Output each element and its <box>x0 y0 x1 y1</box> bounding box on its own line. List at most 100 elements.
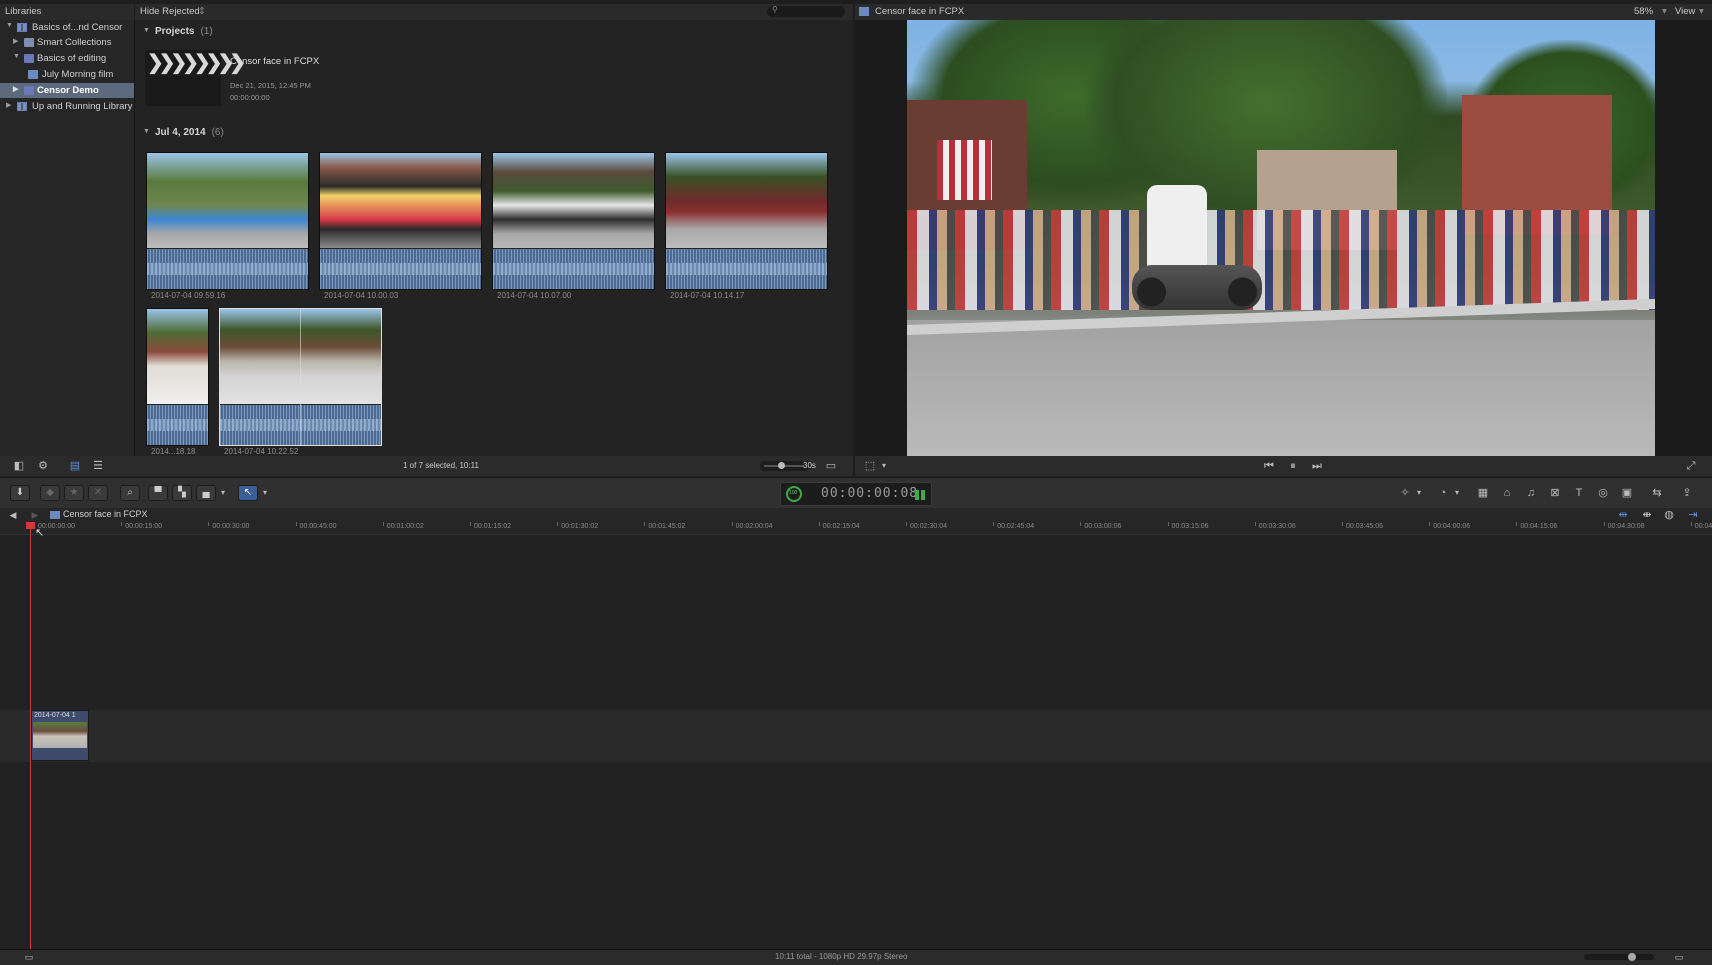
playhead[interactable] <box>30 522 31 950</box>
sidebar-toggle-icon[interactable]: ◧ <box>10 458 28 474</box>
titles-icon[interactable]: T <box>1570 485 1588 501</box>
clip-thumbnail-6-selected[interactable] <box>219 308 382 446</box>
themes-icon[interactable]: ▣ <box>1618 485 1636 501</box>
timeline-forward-icon[interactable]: ▶ <box>26 507 44 523</box>
background-tasks-meter[interactable]: 100 <box>786 486 802 502</box>
retime-dropdown-icon[interactable]: ▾ <box>1448 485 1466 501</box>
ruler-tick <box>1516 522 1518 526</box>
transitions-icon[interactable]: ⊠ <box>1546 485 1564 501</box>
disclosure-triangle-icon[interactable]: ▼ <box>6 22 13 29</box>
sidebar-item-basics-editing[interactable]: ▼ Basics of editing <box>0 51 134 66</box>
import-button[interactable]: ⬇ <box>10 485 30 501</box>
music-icon[interactable]: ♫ <box>1522 485 1540 501</box>
sidebar-item-censor-demo[interactable]: ▶ Censor Demo <box>0 83 134 98</box>
favorite-button[interactable]: ★ <box>64 485 84 501</box>
disclosure-triangle-icon[interactable]: ▶ <box>13 37 18 45</box>
clip-skimming-icon[interactable]: ⇹ <box>1614 507 1632 523</box>
event-disclosure-icon[interactable]: ▼ <box>143 128 150 135</box>
play-pause-icon[interactable]: ⏸ <box>1284 458 1302 474</box>
solo-icon[interactable]: ◍ <box>1660 507 1678 523</box>
keywords-button[interactable]: ◆ <box>40 485 60 501</box>
sidebar-item-label: July Morning film <box>42 69 114 80</box>
sidebar-item-july-morning-film[interactable]: July Morning film <box>0 67 134 82</box>
reject-button[interactable]: ✕ <box>88 485 108 501</box>
viewer-video-frame[interactable] <box>907 20 1655 456</box>
transform-dropdown-icon[interactable]: ▾ <box>875 458 893 474</box>
filmstrip-view-icon[interactable]: ▤ <box>66 458 84 474</box>
keyword-editor-button[interactable]: ⌕ <box>120 485 140 501</box>
insert-clip-button[interactable]: ▚ <box>172 485 192 501</box>
zoom-dropdown-icon[interactable]: ▾ <box>1662 6 1667 17</box>
ruler-tick <box>1429 522 1431 526</box>
hide-rejected-filter[interactable]: Hide Rejected <box>140 6 200 17</box>
select-tool-button[interactable]: ↖ <box>238 485 258 501</box>
edit-dropdown-icon[interactable]: ▾ <box>214 485 232 501</box>
timeline-ruler[interactable]: 00:00:00:00 00:00:15:00 00:00:30:00 00:00:4… <box>0 522 1712 535</box>
view-menu[interactable]: View <box>1675 6 1695 17</box>
primary-storyline[interactable] <box>0 710 1712 762</box>
snapping-icon[interactable]: ⇥ <box>1684 507 1702 523</box>
sidebar-item-up-and-running[interactable]: ▶ Up and Running Library <box>0 99 134 114</box>
clip-thumbnail-2[interactable] <box>319 152 482 290</box>
fullscreen-icon[interactable]: ⤢ <box>1682 458 1700 474</box>
search-field[interactable]: ⚲ <box>767 5 845 17</box>
ruler-tick <box>1603 522 1605 526</box>
sidebar-item-basics-censor[interactable]: ▼ Basics of...nd Censor <box>0 20 134 35</box>
ruler-tick-label: 00:00:30:00 <box>212 523 250 530</box>
clip-label-4: 2014-07-04 10.14.17 <box>670 291 745 300</box>
sidebar-item-smart-collections[interactable]: ▶ Smart Collections <box>0 35 134 50</box>
disclosure-triangle-icon[interactable]: ▶ <box>6 101 11 109</box>
viewer-title: Censor face in FCPX <box>875 6 965 17</box>
photos-icon[interactable]: ⌂ <box>1498 485 1516 501</box>
list-view-icon[interactable]: ☰ <box>89 458 107 474</box>
project-name[interactable]: Censor face in FCPX <box>230 56 319 67</box>
clip-thumbnail-1[interactable] <box>146 152 309 290</box>
slider-knob[interactable] <box>778 462 785 469</box>
media-browser-icon[interactable]: ▦ <box>1474 485 1492 501</box>
connect-clip-button[interactable]: ▀ <box>148 485 168 501</box>
sidebar-item-label: Censor Demo <box>37 85 99 96</box>
view-dropdown-icon[interactable]: ▾ <box>1699 6 1704 17</box>
project-thumbnail[interactable]: ❯❯❯❯❯❯❯❯ <box>145 50 246 106</box>
inspector-icon[interactable]: ⇆ <box>1648 485 1666 501</box>
generators-icon[interactable]: ◎ <box>1594 485 1612 501</box>
mouse-cursor-icon: ↖ <box>35 527 45 539</box>
share-icon[interactable]: ⇪ <box>1678 485 1696 501</box>
projects-disclosure-icon[interactable]: ▼ <box>143 27 150 34</box>
clip-label-5: 2014...18.18 <box>151 447 196 456</box>
zoom-level[interactable]: 58% <box>1634 6 1653 17</box>
append-clip-button[interactable]: ▄ <box>196 485 216 501</box>
clip-appearance-icon[interactable]: ▭ <box>822 458 840 474</box>
timeline-footer: ▭ 10:11 total - 1080p HD 29.97p Stereo ▭ <box>0 949 1712 965</box>
clip-thumbnail-4[interactable] <box>665 152 828 290</box>
audio-meter-icon[interactable] <box>915 490 925 500</box>
timeline-clip[interactable]: 2014-07-04 1 <box>31 710 89 761</box>
clip-appearance-icon[interactable]: ▭ <box>1670 949 1688 965</box>
tool-dropdown-icon[interactable]: ▾ <box>256 485 274 501</box>
previous-frame-icon[interactable]: ⏮ <box>1260 458 1278 474</box>
timecode-display[interactable]: 00:00:00:08 <box>821 486 918 501</box>
selection-status: 1 of 7 selected, 10:11 <box>403 461 479 470</box>
sidebar-item-label: Up and Running Library <box>32 101 133 112</box>
enhancements-dropdown-icon[interactable]: ▾ <box>1410 485 1428 501</box>
clip-thumbnail-5[interactable] <box>146 308 209 446</box>
sidebar-item-label: Basics of...nd Censor <box>32 22 123 33</box>
disclosure-triangle-icon[interactable]: ▶ <box>13 85 18 93</box>
clip-label-2: 2014-07-04 10.00.03 <box>324 291 399 300</box>
clip-thumbnail-3[interactable] <box>492 152 655 290</box>
ruler-tick-label: 00:02:00:04 <box>735 523 773 530</box>
next-frame-icon[interactable]: ⏭ <box>1308 458 1326 474</box>
action-gear-icon[interactable]: ⚙ <box>34 458 52 474</box>
timeline-project-icon <box>50 511 60 519</box>
slider-knob[interactable] <box>1628 953 1636 961</box>
ruler-tick-label: 00:00:45:00 <box>299 523 337 530</box>
motorcycle <box>1132 265 1262 310</box>
audio-skimming-icon[interactable]: ⇼ <box>1638 507 1656 523</box>
filter-dropdown-icon[interactable]: ⇕ <box>198 6 206 17</box>
ruler-tick <box>818 522 820 526</box>
timeline-zoom-slider[interactable] <box>1584 953 1654 961</box>
timeline-index-icon[interactable]: ▭ <box>20 949 38 965</box>
playhead-handle[interactable] <box>26 522 35 529</box>
timeline-back-icon[interactable]: ◀ <box>4 507 22 523</box>
disclosure-triangle-icon[interactable]: ▼ <box>13 53 20 60</box>
